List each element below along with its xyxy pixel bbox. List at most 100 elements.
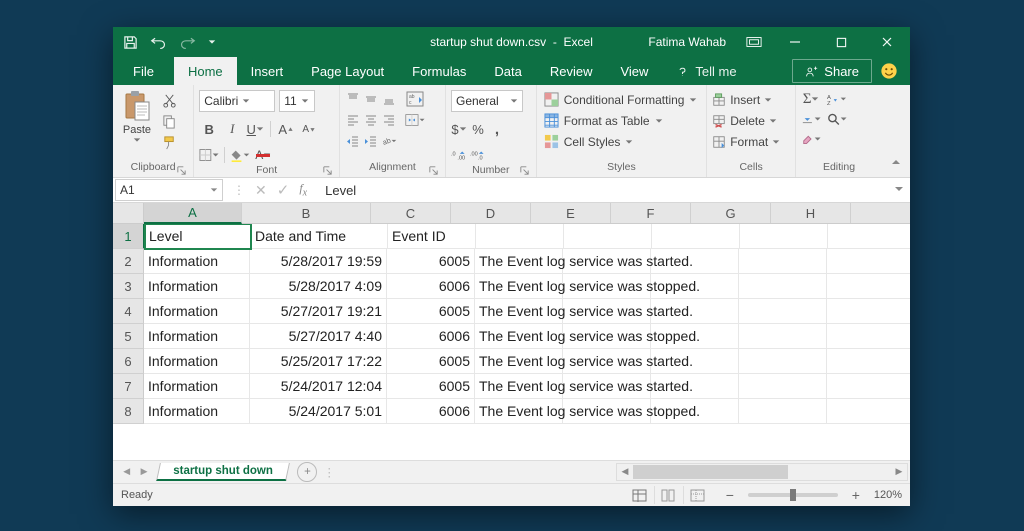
align-right-icon[interactable] (381, 111, 397, 129)
cell-D2[interactable]: The Event log service was started. (475, 249, 563, 274)
cell-B5[interactable]: 5/27/2017 4:40 (250, 324, 387, 349)
comma-format-icon[interactable]: , (489, 120, 505, 138)
cell-G5[interactable] (739, 324, 827, 349)
row-header[interactable]: 6 (113, 349, 144, 374)
decrease-decimal-icon[interactable]: .00.0 (470, 146, 486, 164)
cell-styles-button[interactable]: Cell Styles (542, 132, 700, 151)
autosum-icon[interactable]: Σ (801, 90, 821, 108)
cell-E1[interactable] (564, 224, 652, 249)
increase-decimal-icon[interactable]: .0.00 (451, 146, 467, 164)
enter-formula-icon[interactable]: ✓ (277, 181, 290, 199)
col-header-D[interactable]: D (451, 203, 531, 223)
align-top-icon[interactable] (345, 90, 361, 108)
cell-G8[interactable] (739, 399, 827, 424)
cell-D1[interactable] (476, 224, 564, 249)
cell-G2[interactable] (739, 249, 827, 274)
align-left-icon[interactable] (345, 111, 361, 129)
grid-body[interactable]: 1LevelDate and TimeEvent ID2Information5… (113, 224, 910, 460)
align-center-icon[interactable] (363, 111, 379, 129)
tell-me-box[interactable]: Tell me (662, 57, 750, 85)
align-bottom-icon[interactable] (381, 90, 397, 108)
merge-center-icon[interactable] (405, 111, 425, 129)
minimize-button[interactable] (772, 27, 818, 57)
cell-G6[interactable] (739, 349, 827, 374)
cell-D6[interactable]: The Event log service was started. (475, 349, 563, 374)
col-header-C[interactable]: C (371, 203, 451, 223)
cell-D4[interactable]: The Event log service was started. (475, 299, 563, 324)
bold-icon[interactable]: B (199, 120, 219, 138)
zoom-out-button[interactable]: − (722, 487, 738, 503)
cell-G4[interactable] (739, 299, 827, 324)
cell-H6[interactable] (827, 349, 910, 374)
alignment-launcher-icon[interactable] (428, 165, 440, 177)
number-launcher-icon[interactable] (519, 165, 531, 177)
font-name-combo[interactable]: Calibri (199, 90, 275, 112)
decrease-font-icon[interactable]: A (299, 120, 319, 138)
number-format-combo[interactable]: General (451, 90, 523, 112)
column-headers[interactable]: ABCDEFGH (113, 203, 910, 224)
percent-format-icon[interactable]: % (470, 120, 486, 138)
view-normal-icon[interactable] (626, 486, 654, 504)
qat-customize-icon[interactable] (208, 38, 216, 46)
view-page-layout-icon[interactable] (654, 486, 683, 504)
cell-C5[interactable]: 6006 (387, 324, 475, 349)
align-middle-icon[interactable] (363, 90, 379, 108)
tab-insert[interactable]: Insert (237, 57, 298, 85)
row-header[interactable]: 8 (113, 399, 144, 424)
cell-B4[interactable]: 5/27/2017 19:21 (250, 299, 387, 324)
font-color-icon[interactable]: A (253, 146, 273, 164)
cell-A3[interactable]: Information (144, 274, 250, 299)
tab-nav-prev-icon[interactable]: ◄ (121, 466, 132, 478)
cell-D3[interactable]: The Event log service was stopped. (475, 274, 563, 299)
cell-C4[interactable]: 6005 (387, 299, 475, 324)
tab-view[interactable]: View (606, 57, 662, 85)
row-header[interactable]: 1 (113, 224, 145, 249)
sort-filter-icon[interactable]: AZ (827, 90, 847, 108)
cell-C8[interactable]: 6006 (387, 399, 475, 424)
cell-B2[interactable]: 5/28/2017 19:59 (250, 249, 387, 274)
cell-D5[interactable]: The Event log service was stopped. (475, 324, 563, 349)
row-header[interactable]: 2 (113, 249, 144, 274)
undo-icon[interactable] (150, 36, 167, 49)
tab-review[interactable]: Review (536, 57, 607, 85)
cell-H1[interactable] (828, 224, 910, 249)
font-size-combo[interactable]: 11 (279, 90, 315, 112)
cell-B1[interactable]: Date and Time (251, 224, 388, 249)
cell-C2[interactable]: 6005 (387, 249, 475, 274)
cell-G3[interactable] (739, 274, 827, 299)
decrease-indent-icon[interactable] (345, 132, 361, 150)
cell-A8[interactable]: Information (144, 399, 250, 424)
borders-icon[interactable] (199, 146, 219, 164)
tab-nav-next-icon[interactable]: ► (138, 466, 149, 478)
account-username[interactable]: Fatima Wahab (648, 35, 726, 49)
underline-icon[interactable]: U (245, 120, 265, 138)
scroll-right-icon[interactable]: ► (891, 466, 907, 478)
cell-H3[interactable] (827, 274, 910, 299)
cell-A4[interactable]: Information (144, 299, 250, 324)
collapse-ribbon-icon[interactable] (882, 150, 910, 177)
tab-page-layout[interactable]: Page Layout (297, 57, 398, 85)
name-box[interactable]: A1 (115, 179, 223, 201)
save-icon[interactable] (123, 35, 138, 50)
fx-icon[interactable]: fx (299, 181, 307, 198)
format-as-table-button[interactable]: Format as Table (542, 111, 700, 130)
scroll-left-icon[interactable]: ◄ (617, 466, 633, 478)
cell-D7[interactable]: The Event log service was started. (475, 374, 563, 399)
fill-color-icon[interactable] (230, 146, 250, 164)
select-all-corner[interactable] (113, 203, 144, 223)
cell-C3[interactable]: 6006 (387, 274, 475, 299)
maximize-button[interactable] (818, 27, 864, 57)
col-header-G[interactable]: G (691, 203, 771, 223)
wrap-text-icon[interactable]: abc (405, 90, 425, 108)
cell-H2[interactable] (827, 249, 910, 274)
col-header-B[interactable]: B (242, 203, 371, 223)
cell-G1[interactable] (740, 224, 828, 249)
font-launcher-icon[interactable] (322, 165, 334, 177)
cell-H7[interactable] (827, 374, 910, 399)
zoom-slider[interactable] (748, 493, 838, 497)
italic-icon[interactable]: I (222, 120, 242, 138)
zoom-level[interactable]: 120% (874, 489, 902, 501)
tab-formulas[interactable]: Formulas (398, 57, 480, 85)
row-header[interactable]: 7 (113, 374, 144, 399)
zoom-in-button[interactable]: + (848, 487, 864, 503)
